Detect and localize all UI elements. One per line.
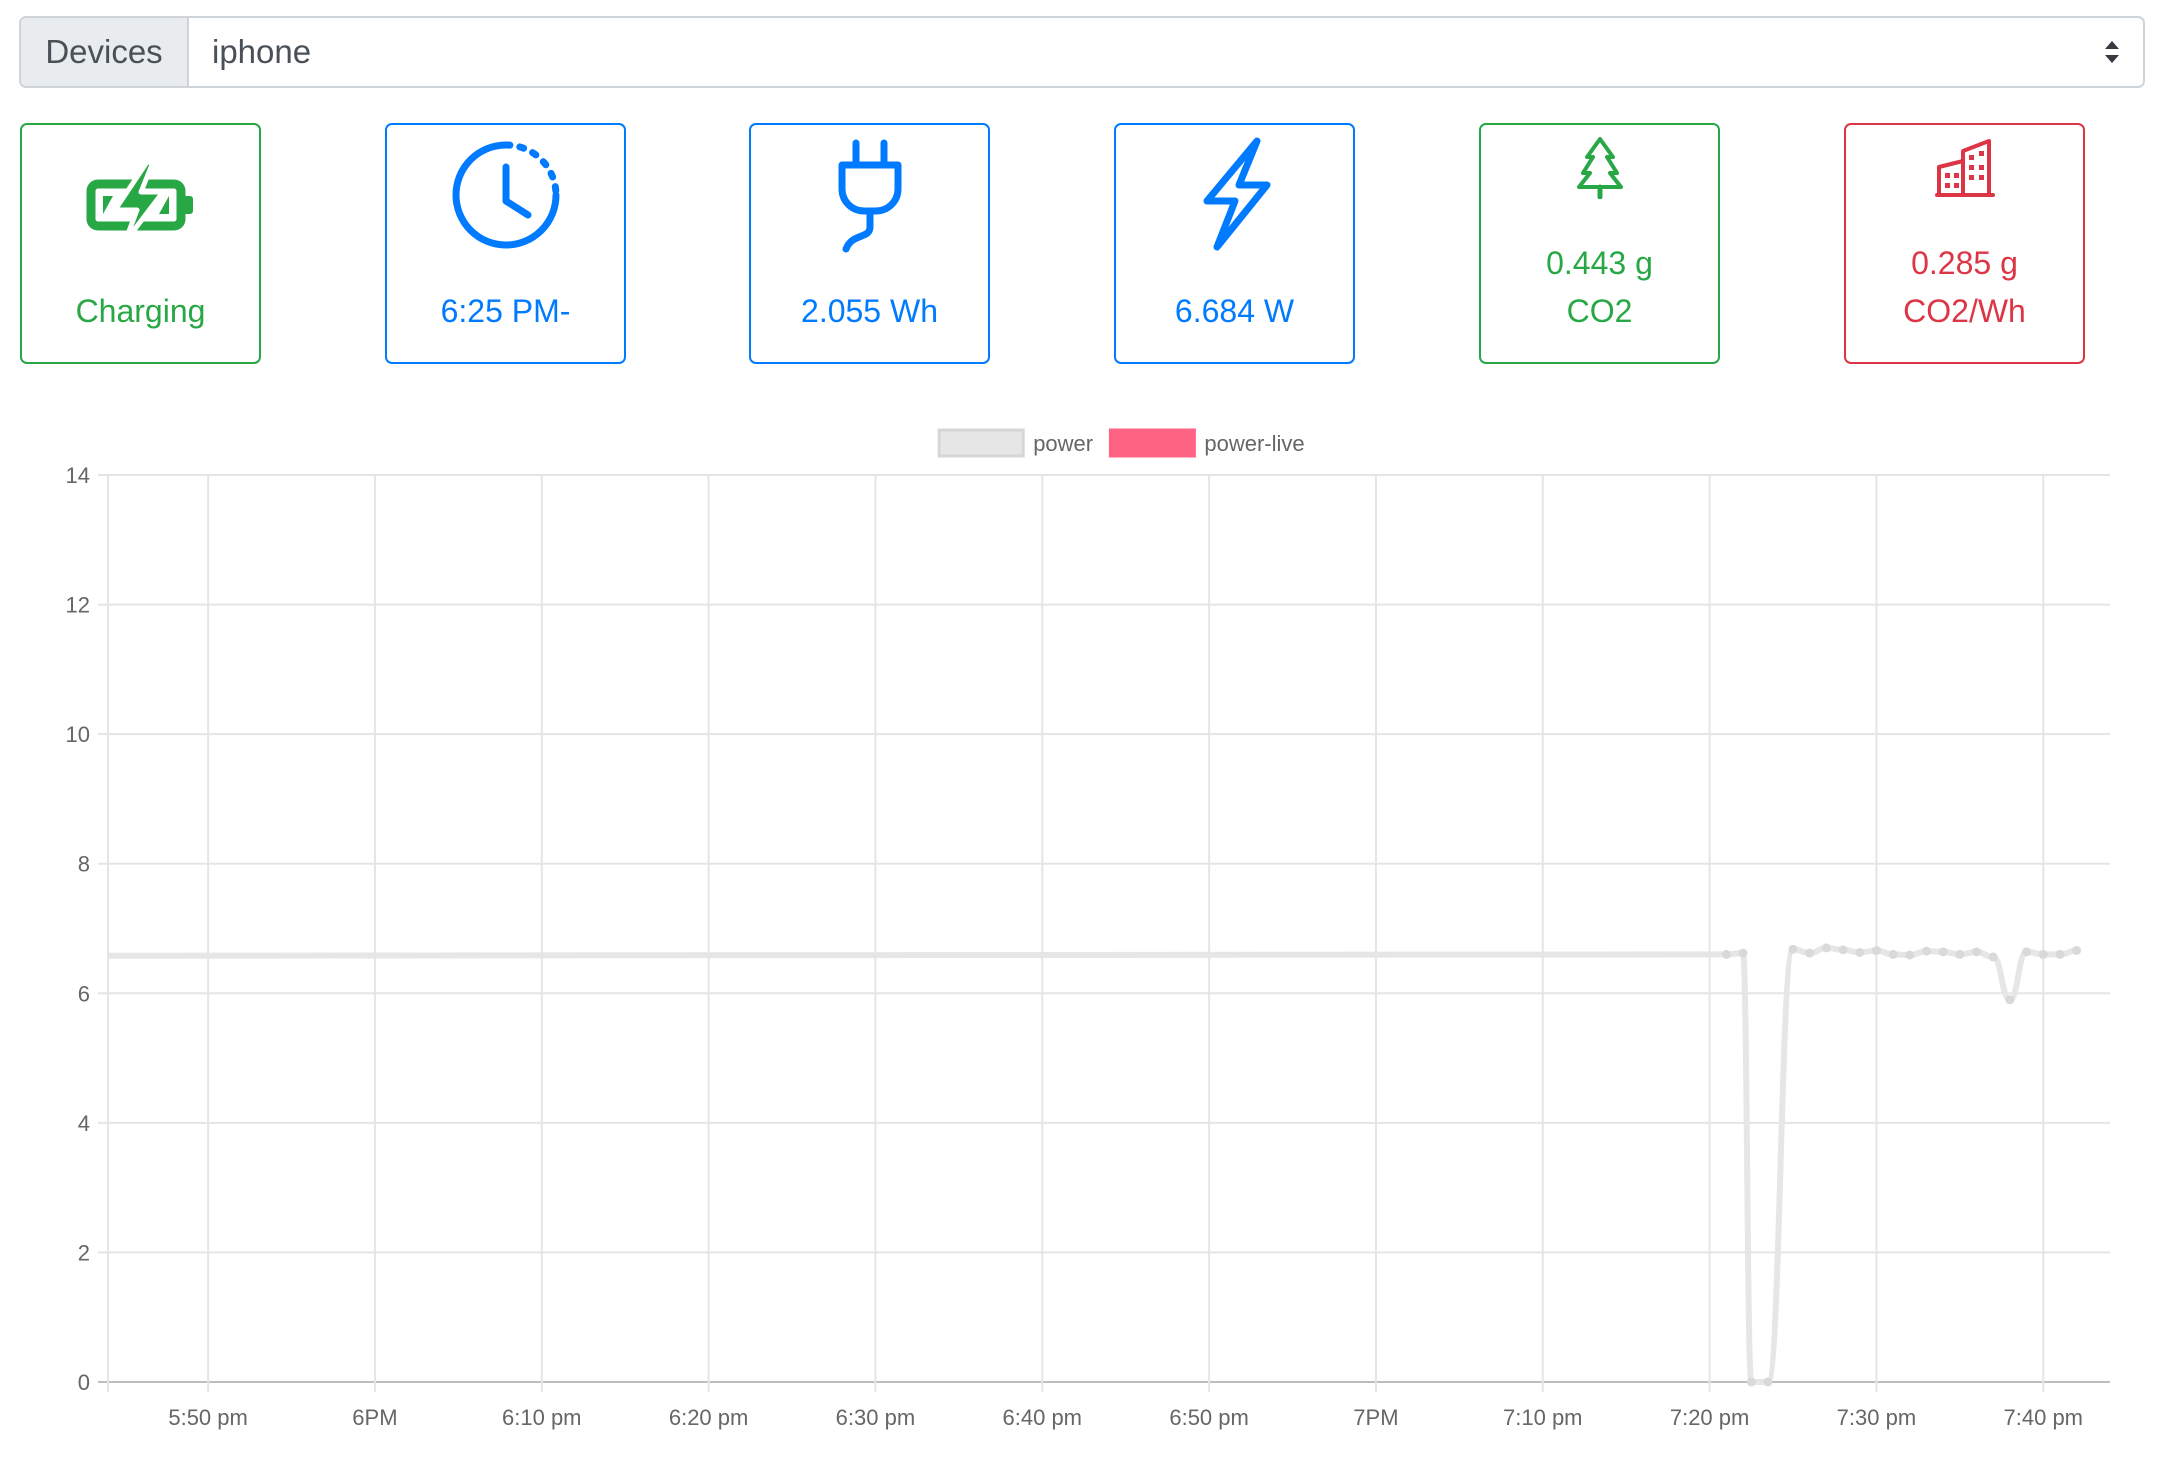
data-point xyxy=(2038,949,2048,959)
x-tick-label: 7:10 pm xyxy=(1503,1405,1583,1430)
data-point xyxy=(1821,943,1831,953)
data-point xyxy=(1938,947,1948,957)
app-root: Devices iphone Charging 6:25 PM- 2.055 W… xyxy=(0,0,2162,1478)
x-tick-label: 6:30 pm xyxy=(836,1405,916,1430)
data-point xyxy=(1972,947,1982,957)
card-co2-value: 0.443 g xyxy=(1546,245,1653,281)
power-card: 6.684 W xyxy=(1114,123,1355,364)
card-co2-unit: CO2 xyxy=(1566,293,1633,329)
x-axis: 5:50 pm 6PM 6:10 pm 6:20 pm 6:30 pm 6:40 pm 6:… xyxy=(168,1405,2083,1430)
device-selector[interactable]: Devices iphone xyxy=(19,16,2145,88)
y-tick-label: 2 xyxy=(78,1240,90,1265)
card-co2wh-value: 0.285 g xyxy=(1911,245,2018,281)
data-point xyxy=(2005,995,2015,1005)
y-tick-label: 12 xyxy=(66,593,90,618)
buildings-icon xyxy=(1846,137,2083,199)
legend-swatch-power-live xyxy=(1108,428,1196,458)
series-line-power xyxy=(107,944,2077,1385)
data-point xyxy=(1788,944,1798,954)
tree-icon xyxy=(1481,135,1718,199)
x-tick-label: 6PM xyxy=(352,1405,397,1430)
data-point xyxy=(1921,946,1931,956)
data-point xyxy=(1738,948,1748,958)
x-tick-label: 6:20 pm xyxy=(669,1405,749,1430)
device-select-value[interactable]: iphone xyxy=(189,18,2143,86)
data-point xyxy=(1955,949,1965,959)
battery-charging-icon xyxy=(22,158,259,246)
x-tick-label: 6:10 pm xyxy=(502,1405,582,1430)
legend-label-power-live: power-live xyxy=(1204,431,1304,456)
x-tick-label: 7:30 pm xyxy=(1837,1405,1917,1430)
y-tick-label: 0 xyxy=(78,1370,90,1395)
data-point xyxy=(1871,946,1881,956)
data-point xyxy=(1905,950,1915,960)
card-co2wh-unit: CO2/Wh xyxy=(1903,293,2026,329)
card-power-text: 6.684 W xyxy=(1174,293,1295,329)
card-time-text: 6:25 PM- xyxy=(440,293,571,329)
device-selector-label: Devices xyxy=(21,18,189,86)
card-status-text: Charging xyxy=(75,293,206,329)
legend-label-power: power xyxy=(1033,431,1093,456)
x-tick-label: 7:40 pm xyxy=(2004,1405,2084,1430)
energy-card: 2.055 Wh xyxy=(749,123,990,364)
data-point xyxy=(1763,1377,1773,1387)
co2-intensity-card: 0.285 g CO2/Wh xyxy=(1844,123,2085,364)
y-tick-label: 4 xyxy=(78,1111,90,1136)
status-card: Charging xyxy=(20,123,261,364)
data-point xyxy=(1888,949,1898,959)
device-selected-text: iphone xyxy=(212,33,312,70)
select-caret-icon xyxy=(2105,41,2119,63)
data-point xyxy=(1721,949,1731,959)
y-tick-label: 8 xyxy=(78,852,90,877)
y-tick-label: 14 xyxy=(66,463,90,488)
lightning-icon xyxy=(1116,135,1353,253)
data-point xyxy=(2022,947,2032,957)
x-tick-label: 5:50 pm xyxy=(168,1405,248,1430)
x-tick-label: 7PM xyxy=(1353,1405,1398,1430)
data-point xyxy=(1805,948,1815,958)
legend-swatch-power xyxy=(937,428,1025,458)
power-chart: power power-live 0 2 4 6 8 10 12 14 5:50 pm 6PM 6:… xyxy=(66,428,2110,1430)
chart-grid xyxy=(98,474,2110,1392)
data-point xyxy=(1855,947,1865,957)
data-point xyxy=(2055,949,2065,959)
time-card: 6:25 PM- xyxy=(385,123,626,364)
card-energy-text: 2.055 Wh xyxy=(801,293,938,329)
data-point xyxy=(1838,945,1848,955)
y-axis: 0 2 4 6 8 10 12 14 xyxy=(66,463,90,1395)
data-point xyxy=(2072,946,2082,956)
y-tick-label: 10 xyxy=(66,722,90,747)
plug-icon xyxy=(751,137,988,255)
x-tick-label: 6:50 pm xyxy=(1169,1405,1249,1430)
chart-legend: power power-live xyxy=(937,428,1305,458)
chart-series xyxy=(107,943,2082,1387)
clock-history-icon xyxy=(387,137,624,253)
co2-card: 0.443 g CO2 xyxy=(1479,123,1720,364)
data-point xyxy=(1988,952,1998,962)
x-tick-label: 7:20 pm xyxy=(1670,1405,1750,1430)
y-tick-label: 6 xyxy=(78,981,90,1006)
data-point xyxy=(1746,1377,1756,1387)
x-tick-label: 6:40 pm xyxy=(1003,1405,1083,1430)
